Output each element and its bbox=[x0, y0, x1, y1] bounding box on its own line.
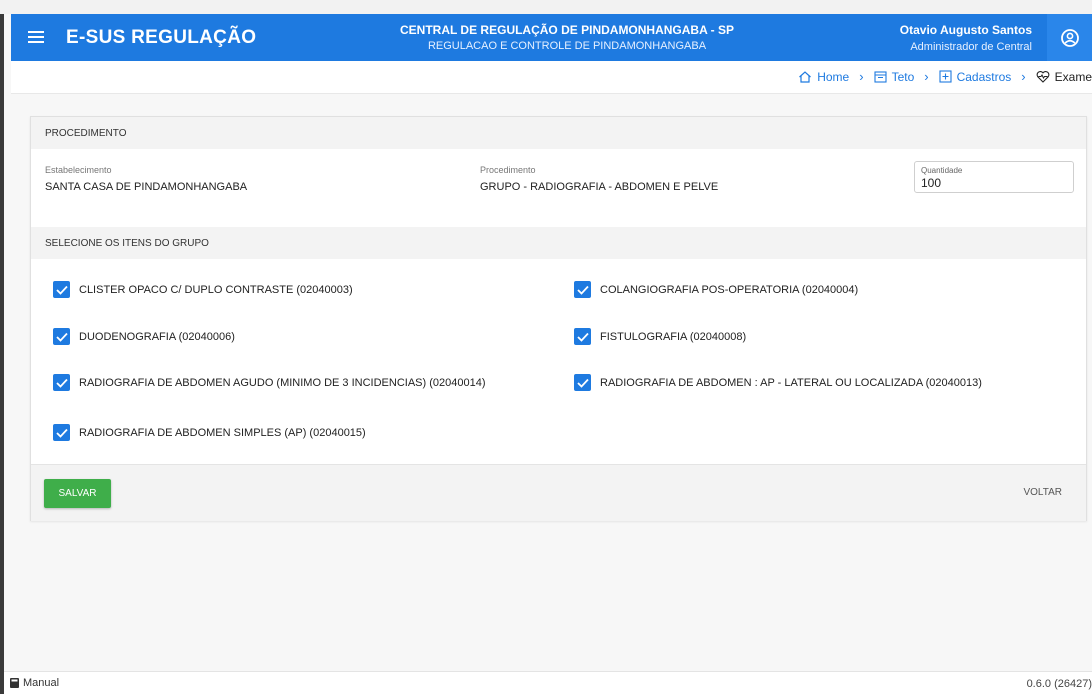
plus-box-icon bbox=[939, 70, 952, 83]
group-item-label: FISTULOGRAFIA (02040008) bbox=[600, 330, 747, 343]
group-item-label: CLISTER OPACO C/ DUPLO CONTRASTE (020400… bbox=[79, 283, 353, 296]
group-item-checkbox[interactable]: FISTULOGRAFIA (02040008) bbox=[574, 328, 746, 345]
manual-link[interactable]: Manual bbox=[9, 677, 59, 689]
group-item-label: DUODENOGRAFIA (02040006) bbox=[79, 330, 235, 343]
procedimento-card: PROCEDIMENTO Estabelecimento SANTA CASA … bbox=[30, 116, 1087, 521]
breadcrumb-bar: Home › Teto › Cadastros › Exame bbox=[11, 61, 1092, 94]
calendar-icon bbox=[874, 71, 887, 83]
estabelecimento-value: SANTA CASA DE PINDAMONHANGABA bbox=[45, 181, 248, 193]
breadcrumb-home-label: Home bbox=[817, 69, 850, 84]
group-item-checkbox[interactable]: RADIOGRAFIA DE ABDOMEN SIMPLES (AP) (020… bbox=[53, 424, 366, 441]
app-title: E-SUS REGULAÇÃO bbox=[66, 27, 257, 48]
user-menu-button[interactable] bbox=[1047, 14, 1092, 61]
book-icon bbox=[10, 678, 19, 688]
group-item-checkbox[interactable]: RADIOGRAFIA DE ABDOMEN : AP - LATERAL OU… bbox=[574, 374, 982, 391]
breadcrumb: Home › Teto › Cadastros › Exame bbox=[798, 69, 1092, 84]
group-item-checkbox[interactable]: DUODENOGRAFIA (02040006) bbox=[53, 328, 235, 345]
breadcrumb-teto-label: Teto bbox=[891, 69, 915, 84]
group-item-label: RADIOGRAFIA DE ABDOMEN : AP - LATERAL OU… bbox=[600, 376, 982, 389]
procedimento-label: Procedimento bbox=[480, 165, 536, 175]
estabelecimento-label: Estabelecimento bbox=[45, 165, 112, 175]
checkbox-checked-icon[interactable] bbox=[574, 328, 591, 345]
group-item-checkbox[interactable]: CLISTER OPACO C/ DUPLO CONTRASTE (020400… bbox=[53, 281, 353, 298]
group-item-label: RADIOGRAFIA DE ABDOMEN AGUDO (MINIMO DE … bbox=[79, 376, 486, 389]
central-title: CENTRAL DE REGULAÇÃO DE PINDAMONHANGABA … bbox=[399, 23, 734, 37]
breadcrumb-cadastros[interactable]: Cadastros bbox=[939, 69, 1012, 84]
top-strip bbox=[0, 0, 1092, 14]
section-procedimento-header: PROCEDIMENTO bbox=[31, 117, 1086, 149]
section-itens-header: SELECIONE OS ITENS DO GRUPO bbox=[31, 227, 1086, 259]
user-role: Administrador de Central bbox=[910, 41, 1032, 53]
hamburger-menu-icon[interactable] bbox=[25, 26, 47, 48]
version-label: 0.6.0 (26427) bbox=[1026, 678, 1092, 690]
chevron-right-icon: › bbox=[924, 69, 929, 84]
breadcrumb-teto[interactable]: Teto bbox=[874, 69, 915, 84]
central-subtitle: REGULACAO E CONTROLE DE PINDAMONHANGABA bbox=[427, 40, 707, 52]
checkbox-checked-icon[interactable] bbox=[574, 374, 591, 391]
card-actions: SALVAR VOLTAR bbox=[31, 464, 1086, 521]
heart-pulse-icon bbox=[1036, 70, 1050, 83]
back-button[interactable]: VOLTAR bbox=[1023, 487, 1062, 498]
quantidade-field[interactable]: Quantidade bbox=[914, 161, 1074, 193]
breadcrumb-home[interactable]: Home bbox=[798, 70, 849, 84]
group-item-label: COLANGIOGRAFIA POS-OPERATORIA (02040004) bbox=[600, 283, 859, 296]
breadcrumb-exame: Exame bbox=[1036, 70, 1092, 84]
chevron-right-icon: › bbox=[1021, 69, 1026, 84]
status-bar: Manual 0.6.0 (26427) bbox=[4, 671, 1092, 694]
user-name: Otavio Augusto Santos bbox=[899, 23, 1032, 37]
checkbox-checked-icon[interactable] bbox=[53, 281, 70, 298]
checkbox-checked-icon[interactable] bbox=[53, 424, 70, 441]
procedimento-value: GRUPO - RADIOGRAFIA - ABDOMEN E PELVE bbox=[480, 181, 719, 193]
group-item-checkbox[interactable]: RADIOGRAFIA DE ABDOMEN AGUDO (MINIMO DE … bbox=[53, 374, 485, 391]
quantidade-input[interactable] bbox=[921, 176, 1061, 190]
breadcrumb-exame-label: Exame bbox=[1054, 69, 1092, 84]
save-button[interactable]: SALVAR bbox=[44, 479, 111, 508]
group-item-checkbox[interactable]: COLANGIOGRAFIA POS-OPERATORIA (02040004) bbox=[574, 281, 858, 298]
breadcrumb-cadastros-label: Cadastros bbox=[956, 69, 1012, 84]
checkbox-checked-icon[interactable] bbox=[53, 328, 70, 345]
home-icon bbox=[799, 70, 812, 83]
manual-label: Manual bbox=[23, 677, 60, 689]
user-circle-icon bbox=[1060, 28, 1079, 47]
chevron-right-icon: › bbox=[859, 69, 864, 84]
group-item-label: RADIOGRAFIA DE ABDOMEN SIMPLES (AP) (020… bbox=[79, 426, 366, 439]
quantidade-label: Quantidade bbox=[921, 166, 963, 175]
app-bar: E-SUS REGULAÇÃO CENTRAL DE REGULAÇÃO DE … bbox=[11, 14, 1092, 61]
checkbox-checked-icon[interactable] bbox=[574, 281, 591, 298]
checkbox-checked-icon[interactable] bbox=[53, 374, 70, 391]
